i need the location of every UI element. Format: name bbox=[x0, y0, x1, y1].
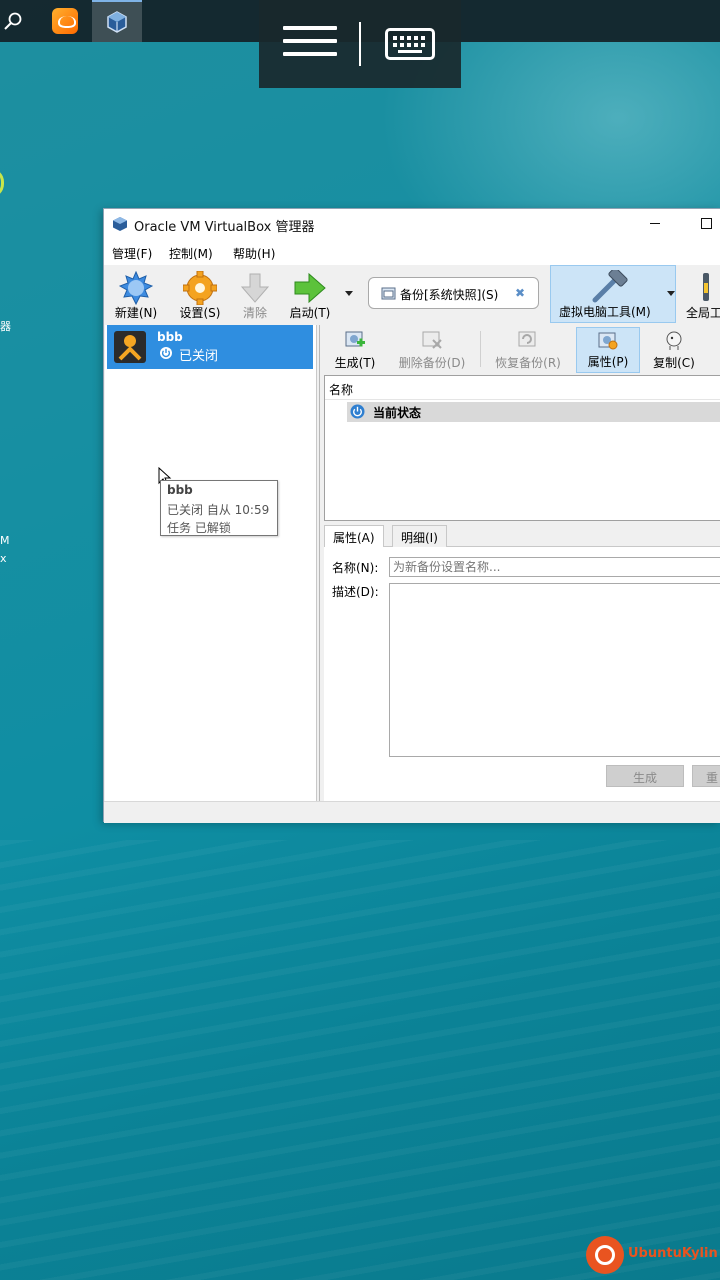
ubuntukylin-logo-icon bbox=[586, 1236, 624, 1274]
current-state-icon bbox=[350, 404, 365, 419]
tab-attributes[interactable]: 属性(A) bbox=[324, 525, 384, 548]
snapshot-tool-selector[interactable]: 备份[系统快照](S) ✖ bbox=[368, 277, 539, 309]
take-snapshot-button[interactable]: 生成(T) bbox=[326, 327, 384, 373]
settings-button[interactable]: 设置(S) bbox=[172, 267, 228, 323]
snapshot-description-textarea[interactable] bbox=[389, 583, 720, 757]
take-snapshot-icon bbox=[345, 331, 365, 347]
current-state-label: 当前状态 bbox=[373, 406, 422, 420]
menu-control[interactable]: 控制(M) bbox=[169, 245, 213, 262]
gear-icon bbox=[183, 271, 217, 305]
desktop-icon-fragment bbox=[0, 168, 4, 198]
menu-manage[interactable]: 管理(F) bbox=[112, 245, 152, 262]
os-type-icon bbox=[114, 331, 146, 363]
vm-list: bbb 已关闭 bbb 已关闭 自从 10:59 任务 已解锁 bbox=[105, 325, 317, 801]
taskbar-virtualbox[interactable] bbox=[92, 0, 142, 42]
reset-button[interactable]: 重 bbox=[692, 765, 720, 787]
new-button[interactable]: 新建(N) bbox=[108, 267, 164, 323]
delete-snapshot-icon bbox=[422, 331, 442, 349]
keyboard-icon[interactable] bbox=[385, 28, 435, 60]
name-field-label: 名称(N): bbox=[332, 561, 379, 575]
vm-tooltip: bbb 已关闭 自从 10:59 任务 已解锁 bbox=[160, 480, 278, 536]
menu-help[interactable]: 帮助(H) bbox=[233, 245, 275, 262]
description-field-label: 描述(D): bbox=[332, 585, 379, 599]
title-bar[interactable]: Oracle VM VirtualBox 管理器 bbox=[104, 209, 720, 239]
status-bar bbox=[104, 801, 720, 823]
start-button[interactable]: 启动(T) bbox=[284, 267, 336, 323]
main-toolbar: 新建(N) 设置(S) 清除 启动(T) 备份[系统快照](S) ✖ 虚拟电脑工… bbox=[104, 265, 720, 325]
desktop-label-fragment: x bbox=[0, 552, 7, 565]
snapshot-properties-panel: 名称(N): 描述(D): 生成 重 bbox=[324, 547, 720, 801]
tree-row-current-state[interactable]: 当前状态 bbox=[347, 402, 720, 422]
virtualbox-window: Oracle VM VirtualBox 管理器 管理(F) 控制(M) 帮助(… bbox=[103, 208, 720, 823]
machine-tools-button[interactable]: 虚拟电脑工具(M) bbox=[550, 265, 676, 323]
window-title: Oracle VM VirtualBox 管理器 bbox=[134, 220, 315, 235]
virtualbox-icon bbox=[107, 11, 127, 33]
restore-snapshot-button[interactable]: 恢复备份(R) bbox=[488, 327, 568, 373]
vm-name: bbb bbox=[157, 330, 183, 344]
menu-bar: 管理(F) 控制(M) 帮助(H) bbox=[104, 239, 720, 265]
powered-off-icon bbox=[160, 347, 172, 359]
close-icon[interactable]: ✖ bbox=[515, 286, 525, 300]
restore-snapshot-icon bbox=[518, 331, 536, 347]
tab-information[interactable]: 明细(I) bbox=[392, 525, 447, 547]
desktop-label-fragment: 器 bbox=[0, 320, 11, 333]
clone-sheep-icon bbox=[666, 331, 682, 350]
delete-snapshot-button[interactable]: 删除备份(D) bbox=[392, 327, 472, 373]
snapshot-tree: 名称 当前状态 bbox=[324, 375, 720, 521]
clone-button[interactable]: 复制(C) bbox=[646, 327, 702, 373]
toolbar-separator bbox=[480, 331, 481, 367]
wallpaper-water bbox=[0, 840, 720, 1280]
minimize-button[interactable] bbox=[650, 223, 660, 224]
vm-list-item[interactable]: bbb 已关闭 bbox=[107, 325, 313, 369]
search-icon[interactable] bbox=[2, 10, 24, 32]
snapshot-icon bbox=[381, 287, 396, 300]
properties-icon bbox=[598, 332, 618, 350]
machine-tools-dropdown-icon[interactable] bbox=[667, 291, 675, 296]
details-tabs: 属性(A) 明细(I) bbox=[324, 525, 720, 548]
tree-header[interactable]: 名称 bbox=[325, 376, 720, 400]
vm-state: 已关闭 bbox=[179, 349, 219, 364]
hamburger-menu-icon[interactable] bbox=[283, 26, 337, 62]
start-dropdown-icon[interactable] bbox=[345, 291, 353, 296]
global-tools-icon bbox=[703, 273, 709, 301]
maximize-button[interactable] bbox=[701, 218, 712, 229]
column-header-name: 名称 bbox=[329, 383, 354, 397]
discard-arrow-icon bbox=[240, 273, 270, 303]
virtualbox-icon bbox=[113, 217, 127, 231]
create-button[interactable]: 生成 bbox=[606, 765, 684, 787]
hammer-icon bbox=[592, 270, 628, 303]
discard-button[interactable]: 清除 bbox=[232, 267, 278, 323]
snapshot-properties-button[interactable]: 属性(P) bbox=[576, 327, 640, 373]
global-tools-button[interactable]: 全局工 bbox=[684, 267, 720, 323]
new-machine-icon bbox=[119, 271, 153, 305]
start-arrow-icon bbox=[294, 272, 326, 304]
snapshot-pane: 生成(T) 删除备份(D) 恢复备份(R) 属性(P) 复制(C) 名称 当前状… bbox=[319, 325, 720, 801]
desktop-label-fragment: M bbox=[0, 534, 10, 547]
snapshot-name-input[interactable] bbox=[389, 557, 720, 577]
snapshot-toolbar: 生成(T) 删除备份(D) 恢复备份(R) 属性(P) 复制(C) bbox=[320, 325, 720, 373]
overlay-divider bbox=[359, 22, 361, 66]
remote-control-overlay bbox=[259, 0, 461, 88]
uc-browser-icon[interactable] bbox=[52, 8, 78, 34]
ubuntukylin-watermark: UbuntuKylin bbox=[586, 1236, 720, 1276]
